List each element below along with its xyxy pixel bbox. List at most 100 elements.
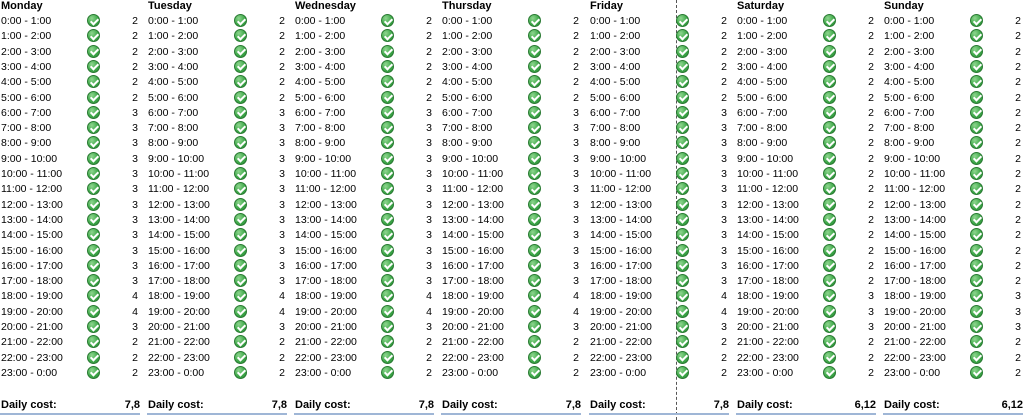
cost-underline xyxy=(294,413,434,415)
green-checkmark-icon xyxy=(87,121,100,135)
time-slot-row: 3:00 - 4:00 2 xyxy=(147,59,285,75)
time-slot-label: 17:00 - 18:00 xyxy=(590,275,652,288)
time-slot-row: 8:00 - 9:00 3 xyxy=(147,136,285,151)
time-slot-row: 12:00 - 13:00 3 xyxy=(0,197,138,213)
green-checkmark-icon xyxy=(970,197,983,211)
time-slot-row: 11:00 - 12:00 2 xyxy=(736,182,874,197)
time-slot-row: 7:00 - 8:00 3 xyxy=(441,121,579,136)
staff-count: 2 xyxy=(868,137,874,150)
staff-count: 2 xyxy=(868,259,874,272)
time-slot-row: 4:00 - 5:00 2 xyxy=(294,75,432,90)
time-slot-row: 9:00 - 10:00 2 xyxy=(883,151,1021,167)
staff-count: 2 xyxy=(573,366,579,379)
staff-count: 3 xyxy=(132,168,138,180)
time-slot-label: 8:00 - 9:00 xyxy=(148,137,199,150)
time-slot-row: 16:00 - 17:00 3 xyxy=(441,258,579,274)
time-slot-label: 14:00 - 15:00 xyxy=(884,229,946,242)
green-checkmark-icon xyxy=(234,304,247,318)
staff-count: 2 xyxy=(426,76,432,89)
daily-cost-label: Daily cost: xyxy=(295,399,351,411)
time-slot-label: 0:00 - 1:00 xyxy=(737,15,788,27)
staff-count: 4 xyxy=(721,305,727,318)
green-checkmark-icon xyxy=(970,212,983,226)
time-slot-row: 6:00 - 7:00 2 xyxy=(883,105,1021,121)
time-slot-row: 17:00 - 18:00 3 xyxy=(441,274,579,289)
time-slot-label: 8:00 - 9:00 xyxy=(295,137,346,150)
green-checkmark-icon xyxy=(87,182,100,196)
time-slot-row: 0:00 - 1:00 2 xyxy=(0,14,138,29)
staff-count: 3 xyxy=(868,290,874,303)
daily-cost-value: 7,8 xyxy=(565,399,581,411)
green-checkmark-icon xyxy=(381,151,394,165)
daily-cost-row: Daily cost: 6,12 xyxy=(736,399,876,413)
green-checkmark-icon xyxy=(970,274,983,288)
green-checkmark-icon xyxy=(234,274,247,288)
green-checkmark-icon xyxy=(528,167,541,180)
time-slot-label: 7:00 - 8:00 xyxy=(442,122,493,135)
staff-count: 3 xyxy=(279,152,285,165)
time-slot-label: 21:00 - 22:00 xyxy=(590,336,652,349)
time-slot-label: 19:00 - 20:00 xyxy=(295,305,357,318)
green-checkmark-icon xyxy=(823,212,836,226)
time-slot-label: 11:00 - 12:00 xyxy=(590,183,652,196)
staff-count: 2 xyxy=(279,45,285,58)
day-column-friday: Friday 0:00 - 1:00 2 1:00 - 2:00 2 2:00 - 3:0… xyxy=(589,0,736,420)
time-slot-label: 10:00 - 11:00 xyxy=(590,168,652,180)
staff-count: 2 xyxy=(1015,244,1021,257)
staff-count: 3 xyxy=(426,244,432,257)
time-slot-label: 15:00 - 16:00 xyxy=(442,244,504,257)
green-checkmark-icon xyxy=(234,243,247,257)
staff-count: 2 xyxy=(1015,60,1021,73)
staff-count: 3 xyxy=(573,183,579,196)
green-checkmark-icon xyxy=(676,14,689,27)
time-slot-label: 1:00 - 2:00 xyxy=(442,30,493,43)
staff-count: 3 xyxy=(132,198,138,211)
staff-count: 2 xyxy=(1015,106,1021,119)
staff-count: 2 xyxy=(573,30,579,43)
staff-count: 2 xyxy=(1015,30,1021,43)
time-slot-label: 17:00 - 18:00 xyxy=(442,275,504,288)
staff-count: 3 xyxy=(132,213,138,226)
time-slot-label: 8:00 - 9:00 xyxy=(442,137,493,150)
staff-count: 2 xyxy=(426,351,432,364)
time-slot-label: 5:00 - 6:00 xyxy=(442,91,493,104)
time-slot-row: 20:00 - 21:00 3 xyxy=(441,320,579,335)
time-slot-row: 2:00 - 3:00 2 xyxy=(147,44,285,60)
green-checkmark-icon xyxy=(823,350,836,364)
staff-count: 2 xyxy=(721,336,727,349)
time-slot-label: 0:00 - 1:00 xyxy=(442,15,493,27)
green-checkmark-icon xyxy=(87,197,100,211)
green-checkmark-icon xyxy=(381,335,394,349)
daily-cost-label: Daily cost: xyxy=(737,399,793,411)
time-slot-row: 21:00 - 22:00 2 xyxy=(441,335,579,350)
time-slot-row: 15:00 - 16:00 3 xyxy=(294,243,432,259)
green-checkmark-icon xyxy=(87,350,100,364)
time-slot-label: 7:00 - 8:00 xyxy=(295,122,346,135)
time-slot-label: 7:00 - 8:00 xyxy=(590,122,641,135)
staff-count: 3 xyxy=(279,137,285,150)
staff-count: 2 xyxy=(721,76,727,89)
time-slot-label: 1:00 - 2:00 xyxy=(295,30,346,43)
green-checkmark-icon xyxy=(676,59,689,73)
staff-count: 3 xyxy=(426,259,432,272)
daily-cost-label: Daily cost: xyxy=(884,399,940,411)
time-slot-row: 16:00 - 17:00 3 xyxy=(294,258,432,274)
daily-cost-label: Daily cost: xyxy=(442,399,498,411)
time-slot-label: 1:00 - 2:00 xyxy=(590,30,641,43)
green-checkmark-icon xyxy=(381,59,394,73)
time-slot-row: 3:00 - 4:00 2 xyxy=(294,59,432,75)
staff-count: 3 xyxy=(132,152,138,165)
staff-count: 2 xyxy=(868,122,874,135)
time-slot-row: 0:00 - 1:00 2 xyxy=(736,14,874,29)
time-slot-row: 9:00 - 10:00 3 xyxy=(0,151,138,167)
staff-count: 2 xyxy=(868,366,874,379)
staff-count: 2 xyxy=(868,244,874,257)
time-slot-row: 16:00 - 17:00 3 xyxy=(0,258,138,274)
green-checkmark-icon xyxy=(970,151,983,165)
time-slot-row: 2:00 - 3:00 2 xyxy=(589,44,727,60)
daily-cost-row: Daily cost: 7,8 xyxy=(147,399,287,413)
green-checkmark-icon xyxy=(381,289,394,303)
staff-count: 2 xyxy=(868,106,874,119)
time-slot-label: 15:00 - 16:00 xyxy=(1,244,63,257)
time-slot-label: 16:00 - 17:00 xyxy=(737,259,799,272)
